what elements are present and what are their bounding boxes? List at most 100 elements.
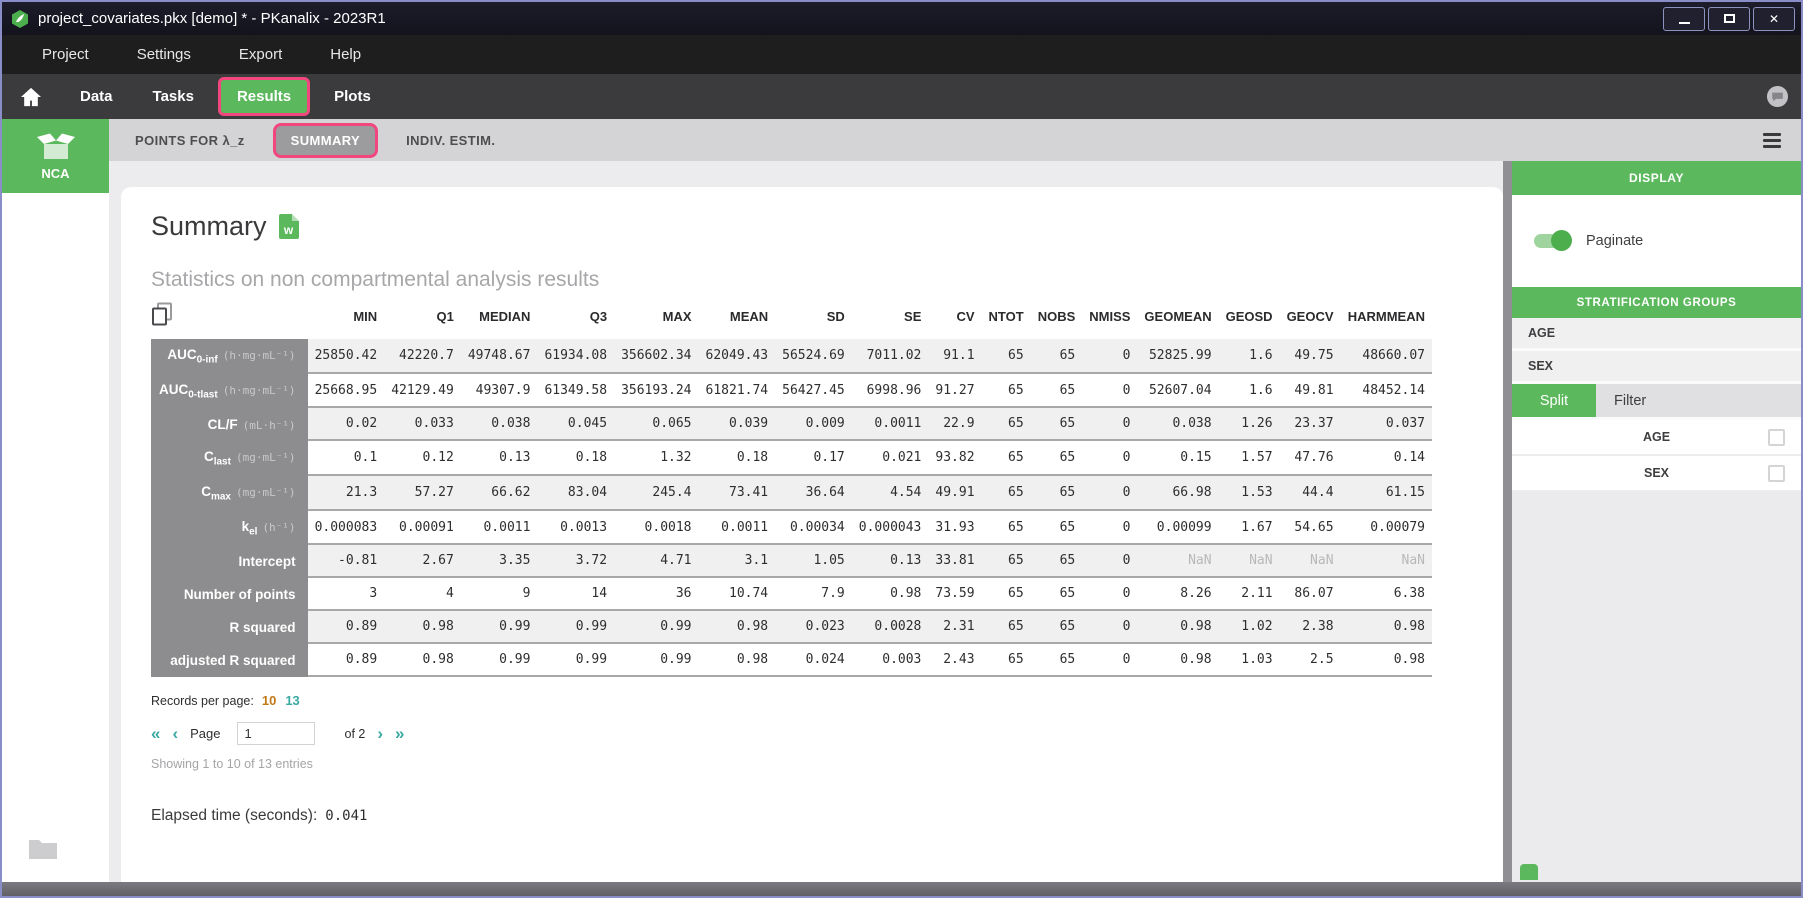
table-cell: 7011.02: [852, 339, 929, 374]
split-checkbox-age[interactable]: [1768, 429, 1785, 446]
tab-plots[interactable]: Plots: [314, 74, 391, 119]
records-per-page-label: Records per page:: [151, 694, 254, 708]
feedback-icon[interactable]: [1766, 85, 1789, 113]
menu-icon[interactable]: [1763, 133, 1781, 148]
table-cell: 0.98: [384, 611, 461, 644]
table-row: adjusted R squared0.890.980.990.990.990.…: [151, 644, 1432, 677]
tab-tasks[interactable]: Tasks: [133, 74, 214, 119]
table-cell: 0: [1082, 545, 1137, 578]
table-cell: 6998.96: [852, 374, 929, 409]
table-cell: 49.91: [928, 476, 981, 511]
tab-data[interactable]: Data: [60, 74, 133, 119]
table-cell: 0.0018: [614, 511, 698, 546]
display-header: DISPLAY: [1512, 161, 1801, 195]
table-cell: 0.99: [614, 611, 698, 644]
row-label: AUC0-tlast(h·mg·mL⁻¹): [151, 374, 308, 409]
copy-table-icon[interactable]: [151, 296, 308, 339]
sidebar-scrollbar[interactable]: [1503, 161, 1512, 882]
row-label: Cmax(mg·mL⁻¹): [151, 476, 308, 511]
pager: « ‹ Page of 2 › »: [151, 722, 1503, 745]
records-per-page: Records per page: 10 13: [151, 693, 1503, 708]
table-cell: 3: [308, 578, 385, 611]
row-unit: (h·mg·mL⁻¹): [223, 384, 296, 397]
menu-settings[interactable]: Settings: [113, 35, 215, 74]
split-item-sex: SEX: [1512, 456, 1801, 492]
filter-tab[interactable]: Filter: [1596, 384, 1801, 417]
menu-export[interactable]: Export: [215, 35, 306, 74]
table-cell: 0.065: [614, 408, 698, 441]
minimize-button[interactable]: [1663, 7, 1705, 31]
row-label: CL/F(mL·h⁻¹): [151, 408, 308, 441]
row-label: Intercept: [151, 545, 308, 578]
folder-icon[interactable]: [28, 837, 58, 866]
table-cell: 66.98: [1137, 476, 1218, 511]
column-header-nobs: NOBS: [1031, 296, 1083, 339]
tab-results[interactable]: Results: [218, 77, 310, 116]
row-label: Number of points: [151, 578, 308, 611]
table-cell: 56427.45: [775, 374, 852, 409]
sidebar-item-nca[interactable]: NCA: [2, 119, 109, 193]
table-cell: 1.57: [1219, 441, 1280, 476]
subtab-indiv-estim-[interactable]: INDIV. ESTIM.: [390, 133, 511, 148]
table-cell: 0.0011: [852, 408, 929, 441]
records-option-10[interactable]: 10: [262, 693, 276, 708]
split-item-age: AGE: [1512, 420, 1801, 456]
close-button[interactable]: ✕: [1753, 7, 1795, 31]
page-title: Summary: [151, 211, 267, 242]
table-cell: 49.81: [1280, 374, 1341, 409]
last-page-button[interactable]: »: [395, 725, 404, 742]
window-title: project_covariates.pkx [demo] * - PKanal…: [38, 10, 386, 27]
split-checkbox-sex[interactable]: [1768, 465, 1785, 482]
page-label: Page: [190, 726, 220, 741]
word-export-icon[interactable]: w: [279, 214, 299, 239]
table-cell: 1.6: [1219, 374, 1280, 409]
next-page-button[interactable]: ›: [377, 725, 383, 742]
table-cell: 0.98: [1137, 644, 1218, 677]
records-option-13[interactable]: 13: [285, 693, 299, 708]
table-cell: NaN: [1280, 545, 1341, 578]
table-cell: 42129.49: [384, 374, 461, 409]
table-cell: 61.15: [1341, 476, 1432, 511]
table-cell: 0.009: [775, 408, 852, 441]
table-cell: 0.00079: [1341, 511, 1432, 546]
subtab-points-for-z[interactable]: POINTS FOR λ_z: [119, 133, 261, 148]
table-cell: 44.4: [1280, 476, 1341, 511]
table-cell: 0.033: [384, 408, 461, 441]
subtab-summary[interactable]: SUMMARY: [273, 123, 378, 158]
table-cell: 0.039: [699, 408, 776, 441]
prev-page-button[interactable]: ‹: [172, 725, 178, 742]
pkanalix-app-icon: [10, 9, 30, 29]
page-count-label: of 2: [345, 727, 366, 741]
page-input[interactable]: [237, 722, 315, 745]
split-tab[interactable]: Split: [1512, 384, 1596, 417]
table-cell: 65: [982, 476, 1031, 511]
table-row: Clast(mg·mL⁻¹)0.10.120.130.181.320.180.1…: [151, 441, 1432, 476]
table-cell: 61821.74: [699, 374, 776, 409]
paginate-toggle[interactable]: [1534, 234, 1570, 248]
table-row: CL/F(mL·h⁻¹)0.020.0330.0380.0450.0650.03…: [151, 408, 1432, 441]
table-cell: 25850.42: [308, 339, 385, 374]
table-cell: 0: [1082, 374, 1137, 409]
elapsed-time-value: 0.041: [325, 808, 367, 824]
table-cell: 1.53: [1219, 476, 1280, 511]
home-icon: [20, 87, 42, 107]
table-cell: 2.11: [1219, 578, 1280, 611]
row-unit: (h⁻¹): [262, 521, 295, 534]
table-cell: 0.99: [614, 644, 698, 677]
table-row: Intercept-0.812.673.353.724.713.11.050.1…: [151, 545, 1432, 578]
table-cell: 91.1: [928, 339, 981, 374]
table-cell: 56524.69: [775, 339, 852, 374]
home-button[interactable]: [2, 74, 60, 119]
table-cell: 61349.58: [537, 374, 614, 409]
table-cell: 33.81: [928, 545, 981, 578]
stratification-group-sex[interactable]: SEX: [1512, 351, 1801, 384]
menu-project[interactable]: Project: [18, 35, 113, 74]
menu-help[interactable]: Help: [306, 35, 385, 74]
first-page-button[interactable]: «: [151, 725, 160, 742]
stratification-group-age[interactable]: AGE: [1512, 318, 1801, 351]
table-cell: 65: [982, 611, 1031, 644]
table-cell: 61934.08: [537, 339, 614, 374]
table-cell: 73.59: [928, 578, 981, 611]
row-unit: (mg·mL⁻¹): [236, 486, 296, 499]
maximize-button[interactable]: [1708, 7, 1750, 31]
